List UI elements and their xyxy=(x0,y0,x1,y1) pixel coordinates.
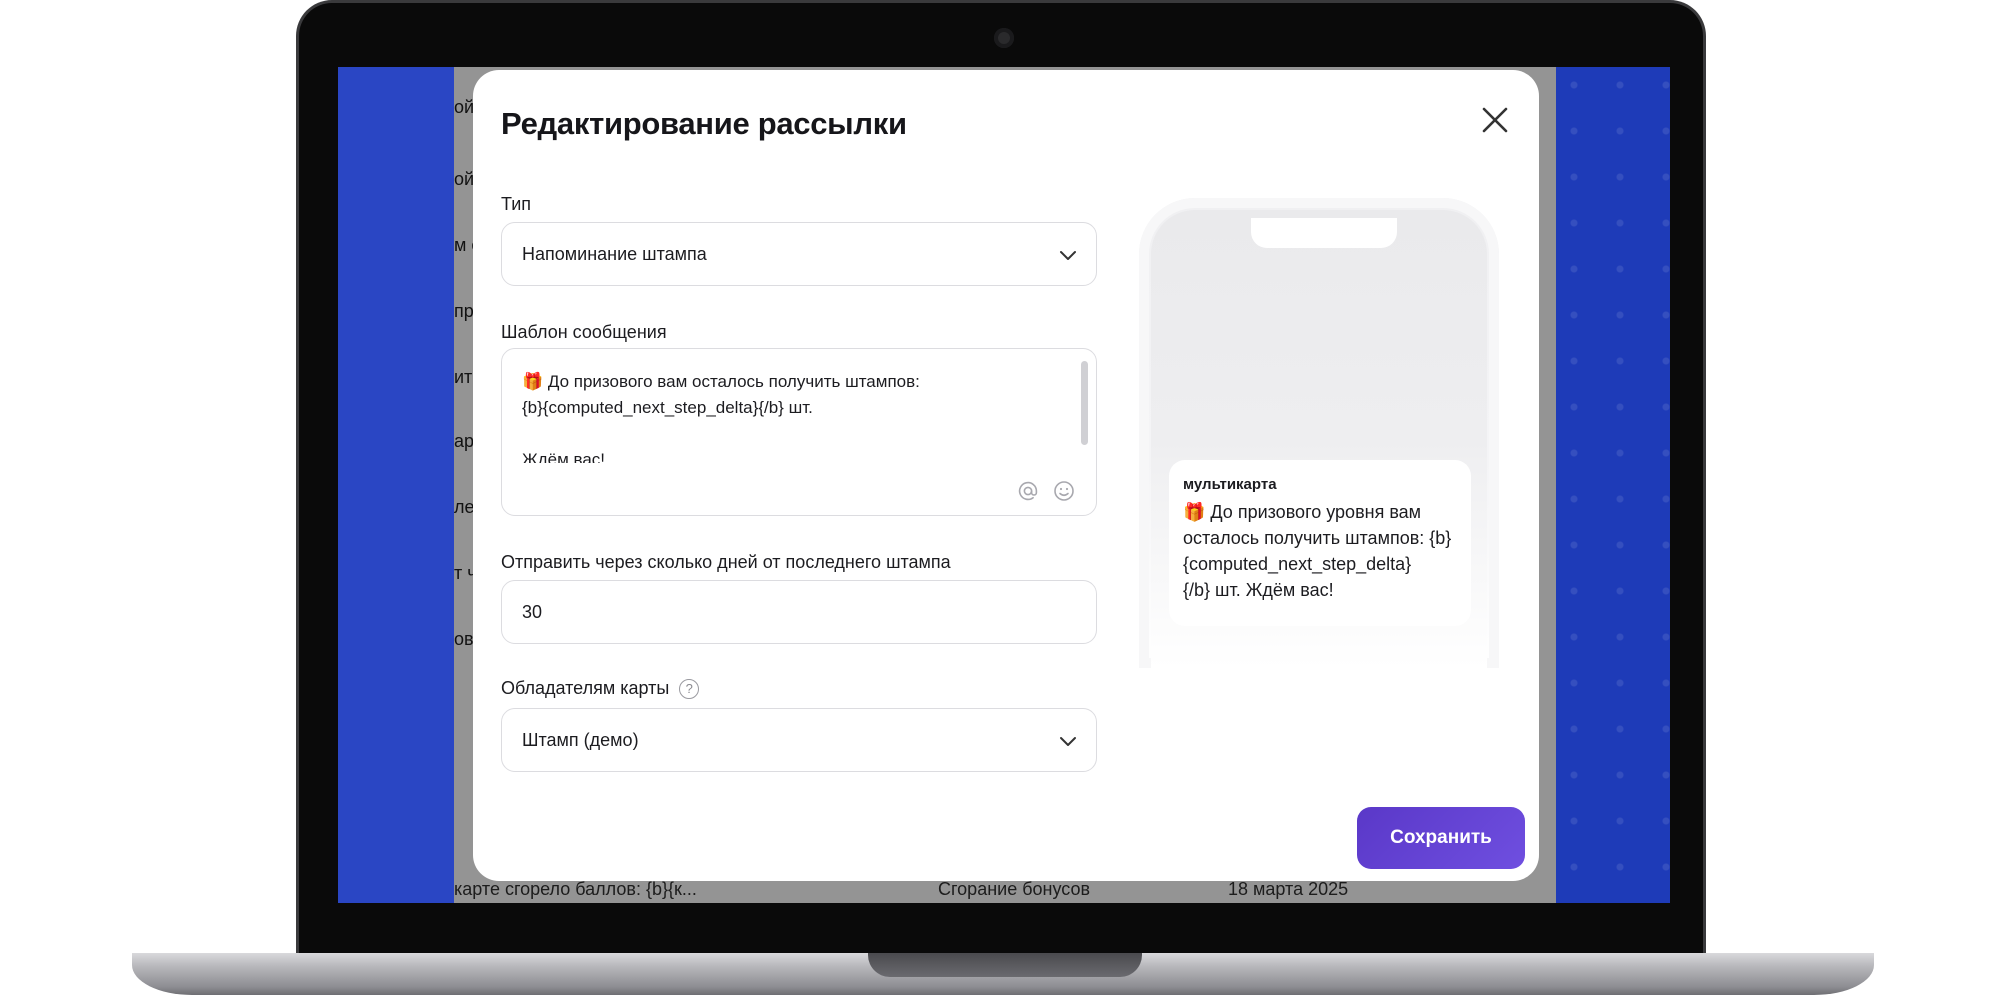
phone-preview: мультикарта 🎁 До призового уровня вам ос… xyxy=(1139,198,1499,668)
holders-select[interactable]: Штамп (демо) xyxy=(501,708,1097,772)
notification-line: 🎁 До призового уровня вам xyxy=(1183,502,1422,522)
notification-card: мультикарта 🎁 До призового уровня вам ос… xyxy=(1169,460,1471,626)
type-select-value: Напоминание штампа xyxy=(522,243,707,264)
holders-label-text: Обладателям карты xyxy=(501,678,670,698)
type-select[interactable]: Напоминание штампа xyxy=(501,222,1097,286)
help-icon[interactable]: ? xyxy=(679,678,700,699)
days-input-value: 30 xyxy=(522,601,543,622)
days-label: Отправить через сколько дней от последне… xyxy=(501,552,951,573)
notification-app-name: мультикарта xyxy=(1183,476,1277,493)
holders-select-value: Штамп (демо) xyxy=(522,729,639,750)
screen: ой г ой г м о пра ить арт ле т ч ова кар… xyxy=(338,67,1670,903)
edit-mailing-modal: Редактирование рассылки Тип Напоминание … xyxy=(473,70,1539,881)
holders-label: Обладателям карты ? xyxy=(501,678,700,699)
chevron-down-icon xyxy=(1060,251,1076,260)
notification-line: {/b} шт. Ждём вас! xyxy=(1183,580,1334,600)
phone-notch xyxy=(1251,218,1397,248)
days-input[interactable]: 30 xyxy=(501,580,1097,644)
background-left-panel xyxy=(338,67,454,903)
textarea-scrollbar[interactable] xyxy=(1081,361,1088,445)
template-line: {b}{computed_next_step_delta}{/b} шт. xyxy=(522,398,813,417)
days-label-text: Отправить через сколько дней от последне… xyxy=(501,552,951,572)
camera xyxy=(994,28,1014,48)
emoji-icon[interactable] xyxy=(1052,479,1076,503)
background-right-panel xyxy=(1556,67,1670,903)
type-label-text: Тип xyxy=(501,194,532,214)
template-label: Шаблон сообщения xyxy=(501,322,667,343)
modal-title: Редактирование рассылки xyxy=(501,106,907,141)
template-label-text: Шаблон сообщения xyxy=(501,322,667,342)
notification-line: осталось получить штампов: {b} xyxy=(1183,528,1452,548)
close-icon xyxy=(1482,107,1508,133)
template-textarea[interactable]: 🎁 До призового вам осталось получить шта… xyxy=(501,348,1097,516)
type-label: Тип xyxy=(501,194,531,215)
close-button[interactable] xyxy=(1473,98,1517,142)
template-text: 🎁 До призового вам осталось получить шта… xyxy=(522,369,1062,463)
at-icon[interactable] xyxy=(1016,479,1040,503)
template-line: Ждём вас! xyxy=(522,450,605,463)
template-line xyxy=(522,421,1062,447)
chevron-down-icon xyxy=(1060,737,1076,746)
notification-body: 🎁 До призового уровня вам осталось получ… xyxy=(1183,499,1457,603)
notification-line: {computed_next_step_delta} xyxy=(1183,554,1412,574)
laptop-base-notch xyxy=(868,953,1142,977)
save-button[interactable]: Сохранить xyxy=(1357,807,1525,869)
template-line: 🎁 До призового вам осталось получить шта… xyxy=(522,372,920,391)
